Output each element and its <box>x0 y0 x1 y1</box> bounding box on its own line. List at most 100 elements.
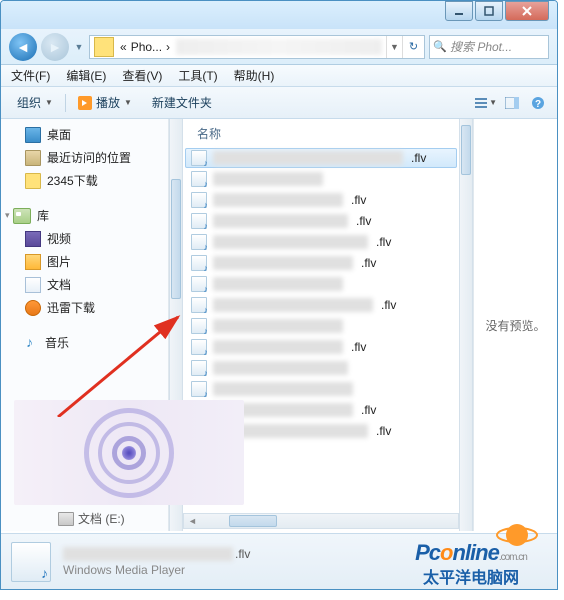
filename-blurred <box>213 214 348 228</box>
filename-blurred <box>213 256 353 270</box>
planet-icon <box>496 522 538 548</box>
maximize-button[interactable] <box>475 1 503 21</box>
filename-blurred <box>213 151 403 165</box>
desktop-icon <box>25 127 41 143</box>
filename-blurred <box>213 172 323 186</box>
file-row[interactable] <box>185 316 457 336</box>
column-header-name[interactable]: 名称 <box>185 123 457 148</box>
file-row[interactable] <box>185 358 457 378</box>
folder-icon <box>94 37 114 57</box>
titlebar <box>1 1 557 29</box>
preview-pane-button[interactable] <box>501 92 523 114</box>
search-icon: 🔍 <box>430 40 450 53</box>
filename-blurred <box>213 193 343 207</box>
file-thumbnail-icon <box>11 542 51 582</box>
file-row[interactable] <box>185 274 457 294</box>
file-ext: .flv <box>359 403 376 417</box>
breadcrumb-sep[interactable]: › <box>164 40 172 54</box>
document-icon <box>25 277 41 293</box>
flv-file-icon <box>191 234 207 250</box>
filename-blurred <box>213 277 343 291</box>
sidebar-item-recent[interactable]: 最近访问的位置 <box>1 146 168 169</box>
file-row[interactable]: .flv <box>185 337 457 357</box>
file-row[interactable]: .flv <box>185 232 457 252</box>
filelist-scrollbar[interactable] <box>459 119 473 531</box>
menu-edit[interactable]: 编辑(E) <box>66 67 106 84</box>
file-row[interactable]: .flv <box>185 148 457 168</box>
flv-file-icon <box>191 381 207 397</box>
filename-blurred <box>213 298 373 312</box>
navbar: ◄ ► ▼ « Pho... › ▼ ↻ 🔍 搜索 Phot... <box>1 29 557 65</box>
sidebar-item-desktop[interactable]: 桌面 <box>1 123 168 146</box>
menu-tools[interactable]: 工具(T) <box>178 67 217 84</box>
search-placeholder: 搜索 Phot... <box>450 38 512 55</box>
sidebar-item-videos[interactable]: 视频 <box>1 227 168 250</box>
menubar: 文件(F) 编辑(E) 查看(V) 工具(T) 帮助(H) <box>1 65 557 87</box>
sidebar-item-documents[interactable]: 文档 <box>1 273 168 296</box>
file-row[interactable]: .flv <box>185 253 457 273</box>
play-icon <box>78 96 92 110</box>
sidebar-item-pictures[interactable]: 图片 <box>1 250 168 273</box>
drive-icon <box>58 512 74 526</box>
flv-file-icon <box>191 171 207 187</box>
pconline-logo: Pconline.com.cn 太平洋电脑网 <box>386 540 556 588</box>
flv-file-icon <box>191 318 207 334</box>
flv-file-icon <box>191 339 207 355</box>
flv-file-icon <box>191 192 207 208</box>
hscroll-thumb[interactable] <box>229 515 277 527</box>
file-ext: .flv <box>354 214 371 228</box>
breadcrumb-item[interactable]: Pho... <box>129 40 164 54</box>
menu-file[interactable]: 文件(F) <box>11 67 50 84</box>
preview-pane: 没有预览。 <box>473 119 557 531</box>
scrollbar-thumb[interactable] <box>461 125 471 175</box>
address-dropdown[interactable]: ▼ <box>386 36 402 58</box>
close-button[interactable] <box>505 1 549 21</box>
nav-history-dropdown[interactable]: ▼ <box>73 42 85 52</box>
filename-blurred <box>213 340 343 354</box>
menu-help[interactable]: 帮助(H) <box>234 67 275 84</box>
address-bar[interactable]: « Pho... › ▼ ↻ <box>89 35 425 59</box>
sidebar-item-downloads[interactable]: 2345下载 <box>1 169 168 192</box>
search-box[interactable]: 🔍 搜索 Phot... <box>429 35 549 59</box>
file-ext: .flv <box>409 151 426 165</box>
help-button[interactable]: ? <box>527 92 549 114</box>
file-ext: .flv <box>349 340 366 354</box>
scrollbar-thumb[interactable] <box>171 179 181 299</box>
file-row[interactable]: .flv <box>185 211 457 231</box>
filename-blurred <box>213 361 348 375</box>
file-row[interactable] <box>185 379 457 399</box>
libraries-icon <box>13 208 31 224</box>
filename-blurred <box>213 235 368 249</box>
minimize-button[interactable] <box>445 1 473 21</box>
view-options-button[interactable]: ▼ <box>475 92 497 114</box>
sidebar-item-music[interactable]: 音乐 <box>1 331 168 354</box>
folder-icon <box>25 173 41 189</box>
collapse-icon[interactable]: ▾ <box>5 210 10 221</box>
refresh-button[interactable]: ↻ <box>402 36 424 58</box>
sidebar-item-libraries[interactable]: ▾库 <box>1 204 168 227</box>
organize-button[interactable]: 组织▼ <box>9 91 61 114</box>
media-visualizer-overlay <box>14 400 244 505</box>
file-ext: .flv <box>379 298 396 312</box>
menu-view[interactable]: 查看(V) <box>122 67 162 84</box>
flv-file-icon <box>191 297 207 313</box>
forward-button[interactable]: ► <box>41 33 69 61</box>
breadcrumb-prefix: « <box>118 40 129 54</box>
horizontal-scrollbar[interactable]: ◄ <box>183 513 459 529</box>
file-row[interactable]: .flv <box>185 295 457 315</box>
flv-file-icon <box>191 360 207 376</box>
toolbar: 组织▼ 播放▼ 新建文件夹 ▼ ? <box>1 87 557 119</box>
file-row[interactable] <box>185 169 457 189</box>
file-row[interactable]: .flv <box>185 190 457 210</box>
sidebar-item-docs-e[interactable]: 文档 (E:) <box>58 510 125 527</box>
file-ext: .flv <box>235 547 250 561</box>
new-folder-button[interactable]: 新建文件夹 <box>144 91 220 114</box>
breadcrumb-blurred <box>176 39 382 55</box>
music-icon <box>25 336 39 350</box>
flv-file-icon <box>191 150 207 166</box>
file-ext: .flv <box>359 256 376 270</box>
play-button[interactable]: 播放▼ <box>70 91 140 114</box>
back-button[interactable]: ◄ <box>9 33 37 61</box>
sidebar-item-xunlei[interactable]: 迅雷下载 <box>1 296 168 319</box>
video-icon <box>25 231 41 247</box>
